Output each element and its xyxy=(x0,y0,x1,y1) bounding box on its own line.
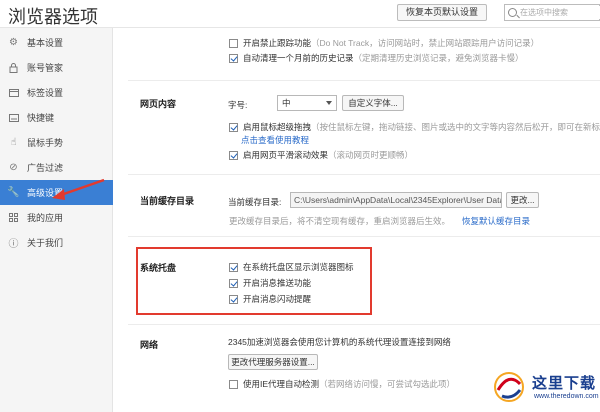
page-title: 浏览器选项 xyxy=(8,7,98,27)
drag-option[interactable]: 启用鼠标超级拖拽 （按住鼠标左键，拖动链接、图片或选中的文字等内容然后松开，即可… xyxy=(229,121,600,133)
keyboard-icon xyxy=(8,112,19,123)
drag-hint: （按住鼠标左键，拖动链接、图片或选中的文字等内容然后松开，即可在新标 xyxy=(311,122,600,132)
sidebar-item-label: 标签设置 xyxy=(27,88,64,98)
drag-checkbox[interactable] xyxy=(229,122,238,132)
top-bar: 浏览器选项 恢复本页默认设置 xyxy=(0,0,600,28)
clear-history-hint: （定期清理历史浏览记录，避免浏览器卡慢） xyxy=(353,53,524,63)
sidebar-item-label: 基本设置 xyxy=(27,38,64,48)
sidebar-item-label: 快捷键 xyxy=(27,113,55,123)
restore-cache-link[interactable]: 恢复默认缓存目录 xyxy=(462,215,530,227)
divider xyxy=(128,324,600,325)
sidebar-item-label: 我的应用 xyxy=(27,213,64,223)
hand-icon: ☝ xyxy=(10,137,17,148)
lock-icon xyxy=(8,62,19,73)
sidebar-item-label: 关于我们 xyxy=(27,238,64,248)
block-icon: ⊘ xyxy=(9,162,18,173)
watermark-logo-icon xyxy=(494,372,524,402)
highlight-box xyxy=(136,247,372,315)
divider xyxy=(128,236,600,237)
section-title-cache: 当前缓存目录 xyxy=(140,196,195,206)
sidebar: ⚙ 基本设置 账号管家 标签设置 快捷键 ☝ 鼠标手势 ⊘ 广告过滤 🔧 高级设… xyxy=(0,28,113,412)
grid-icon xyxy=(8,212,19,223)
smooth-scroll-hint: （滚动网页时更顺畅） xyxy=(328,150,414,160)
drag-tutorial-link[interactable]: 点击查看使用教程 xyxy=(241,134,309,146)
cache-dir-label: 当前缓存目录: xyxy=(228,197,282,207)
sidebar-item-shortcuts[interactable]: 快捷键 xyxy=(0,105,113,130)
search-icon xyxy=(508,8,517,17)
smooth-scroll-label: 启用网页平滑滚动效果 xyxy=(243,150,329,160)
wrench-icon: 🔧 xyxy=(7,187,20,198)
sidebar-item-gestures[interactable]: ☝ 鼠标手势 xyxy=(0,130,113,155)
cache-path-field[interactable]: C:\Users\admin\AppData\Local\2345Explore… xyxy=(290,192,502,208)
dnt-label: 开启禁止跟踪功能 xyxy=(243,38,312,48)
change-cache-button[interactable]: 更改... xyxy=(506,192,539,208)
watermark-url: www.theredown.com xyxy=(534,393,599,400)
ie-proxy-hint: （若网络访问慢，可尝试勾选此项） xyxy=(319,379,456,389)
sidebar-item-label: 账号管家 xyxy=(27,63,64,73)
font-size-label: 字号: xyxy=(228,100,248,110)
gear-icon: ⚙ xyxy=(9,37,18,48)
watermark-text: 这里下载 xyxy=(532,374,597,392)
sidebar-item-apps[interactable]: 我的应用 xyxy=(0,205,113,230)
annotation-arrow-icon xyxy=(52,178,105,200)
cache-note: 更改缓存目录后，将不清空现有缓存，重启浏览器后生效。 xyxy=(229,216,451,226)
drag-tutorial-row: 点击查看使用教程 xyxy=(241,134,309,146)
drag-label: 启用鼠标超级拖拽 xyxy=(243,122,312,132)
settings-content: 开启禁止跟踪功能 （Do Not Track，访问网站时，禁止网站跟踪用户访问记… xyxy=(114,28,600,412)
dnt-hint: （Do Not Track，访问网站时，禁止网站跟踪用户访问记录） xyxy=(311,38,540,48)
dnt-option[interactable]: 开启禁止跟踪功能 （Do Not Track，访问网站时，禁止网站跟踪用户访问记… xyxy=(229,37,539,49)
sidebar-item-about[interactable]: ⓘ 关于我们 xyxy=(0,230,113,255)
reset-defaults-button[interactable]: 恢复本页默认设置 xyxy=(397,4,487,21)
sidebar-item-account[interactable]: 账号管家 xyxy=(0,55,113,80)
info-icon: ⓘ xyxy=(8,239,19,250)
tab-icon xyxy=(8,87,19,98)
clear-history-checkbox[interactable] xyxy=(229,53,238,63)
search-box[interactable] xyxy=(504,4,600,21)
dnt-checkbox[interactable] xyxy=(229,38,238,48)
sidebar-item-basic[interactable]: ⚙ 基本设置 xyxy=(0,30,113,55)
font-size-value: 中 xyxy=(282,98,291,108)
proxy-settings-button[interactable]: 更改代理服务器设置... xyxy=(228,354,318,370)
ie-proxy-option[interactable]: 使用IE代理自动检测 （若网络访问慢，可尝试勾选此项） xyxy=(229,378,455,390)
sidebar-item-label: 广告过滤 xyxy=(27,163,64,173)
ie-proxy-label: 使用IE代理自动检测 xyxy=(243,379,320,389)
sidebar-item-tabs[interactable]: 标签设置 xyxy=(0,80,113,105)
section-title-network: 网络 xyxy=(140,340,159,350)
smooth-scroll-checkbox[interactable] xyxy=(229,150,238,160)
section-title-webcontent: 网页内容 xyxy=(140,99,177,109)
divider xyxy=(128,80,600,81)
search-input[interactable] xyxy=(520,6,600,19)
clear-history-option[interactable]: 自动清理一个月前的历史记录 （定期清理历史浏览记录，避免浏览器卡慢） xyxy=(229,52,524,64)
network-description: 2345加速浏览器会使用您计算机的系统代理设置连接到网络 xyxy=(228,337,451,347)
sidebar-item-label: 鼠标手势 xyxy=(27,138,64,148)
divider xyxy=(128,174,600,175)
font-size-select[interactable]: 中 xyxy=(277,95,337,111)
custom-font-button[interactable]: 自定义字体... xyxy=(342,95,404,111)
ie-proxy-checkbox[interactable] xyxy=(229,379,238,389)
smooth-scroll-option[interactable]: 启用网页平滑滚动效果 （滚动网页时更顺畅） xyxy=(229,149,413,161)
clear-history-label: 自动清理一个月前的历史记录 xyxy=(243,53,354,63)
watermark: 这里下载 www.theredown.com xyxy=(488,364,600,412)
cache-note-row: 更改缓存目录后，将不清空现有缓存，重启浏览器后生效。 恢复默认缓存目录 xyxy=(229,215,530,227)
chevron-down-icon xyxy=(326,101,332,105)
